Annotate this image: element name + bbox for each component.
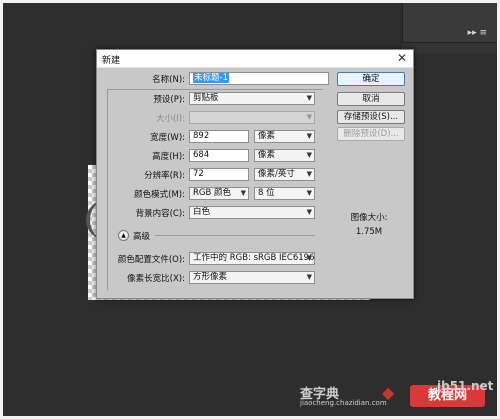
chevron-down-icon: ▼: [306, 113, 312, 121]
panel-strip: [402, 43, 497, 53]
resolution-unit-select[interactable]: 像素/英寸 ▼: [254, 168, 315, 181]
preset-value: 剪贴板: [193, 93, 219, 103]
height-label: 高度(H):: [152, 152, 185, 162]
cancel-button[interactable]: 取消: [337, 92, 405, 106]
chevron-down-icon: ▼: [306, 170, 312, 178]
color-profile-label: 颜色配置文件(O):: [117, 255, 185, 265]
dialog-titlebar: 新建 ✕: [97, 50, 413, 68]
name-label: 名称(N):: [152, 75, 185, 85]
width-input[interactable]: 892: [189, 130, 249, 143]
advanced-toggle-icon[interactable]: ▲: [118, 230, 129, 241]
chevron-down-icon: ▼: [306, 208, 312, 216]
resolution-unit: 像素/英寸: [258, 169, 295, 179]
chevron-down-icon: ▼: [306, 273, 312, 281]
color-profile-value: 工作中的 RGB: sRGB IEC6196...: [193, 253, 315, 263]
dialog-body: 名称(N): 未标题-1 预设(P): 剪贴板 ▼ 大小(I): ▼ 宽度(W)…: [97, 68, 413, 298]
chevron-down-icon: ▼: [306, 94, 312, 102]
image-size-label: 图像大小:: [350, 213, 388, 223]
advanced-divider: [155, 235, 315, 236]
watermark-site: jb51.net: [437, 379, 494, 393]
name-value: 未标题-1: [193, 73, 229, 83]
color-profile-select[interactable]: 工作中的 RGB: sRGB IEC6196... ▼: [189, 252, 315, 265]
watermark-logo-icon: ◆: [382, 383, 395, 402]
bit-depth-select[interactable]: 8 位 ▼: [254, 187, 315, 200]
height-unit-select[interactable]: 像素 ▼: [254, 149, 315, 162]
pixel-aspect-select[interactable]: 方形像素 ▼: [189, 271, 315, 284]
new-document-dialog: 新建 ✕ 名称(N): 未标题-1 预设(P): 剪贴板 ▼ 大小(I): ▼ …: [96, 49, 414, 299]
save-preset-button[interactable]: 存储预设(S)...: [337, 110, 405, 124]
pixel-aspect-label: 像素长宽比(X):: [127, 274, 185, 284]
watermark-domain: jiaocheng.chazidian.com: [300, 399, 387, 407]
panel-menu-icon[interactable]: ▸▸ ≡: [468, 29, 487, 38]
background-value: 白色: [193, 207, 211, 217]
ok-button[interactable]: 确定: [337, 72, 405, 86]
chevron-down-icon: ▼: [306, 132, 312, 140]
color-mode-value: RGB 颜色: [193, 188, 232, 198]
color-mode-select[interactable]: RGB 颜色 ▼: [189, 187, 249, 200]
advanced-label: 高级: [133, 232, 151, 242]
width-unit: 像素: [258, 131, 276, 141]
delete-preset-button[interactable]: 删除预设(D)...: [337, 127, 405, 141]
preset-label: 预设(P):: [153, 95, 185, 105]
size-select[interactable]: ▼: [189, 111, 315, 124]
resolution-input[interactable]: 72: [189, 168, 249, 181]
size-label: 大小(I):: [155, 114, 185, 124]
pixel-aspect-value: 方形像素: [193, 272, 228, 282]
dialog-title: 新建: [102, 56, 121, 66]
chevron-down-icon: ▼: [306, 189, 312, 197]
chevron-down-icon: ▼: [306, 254, 312, 262]
width-unit-select[interactable]: 像素 ▼: [254, 130, 315, 143]
image-size-value: 1.75M: [355, 227, 383, 237]
bit-depth-value: 8 位: [258, 188, 275, 198]
background-select[interactable]: 白色 ▼: [189, 206, 315, 219]
height-input[interactable]: 684: [189, 149, 249, 162]
chevron-down-icon: ▼: [240, 189, 246, 197]
resolution-label: 分辨率(R):: [144, 171, 185, 181]
close-icon[interactable]: ✕: [397, 51, 407, 65]
height-unit: 像素: [258, 150, 276, 160]
width-label: 宽度(W):: [150, 133, 185, 143]
chevron-down-icon: ▼: [306, 151, 312, 159]
background-label: 背景内容(C):: [135, 209, 185, 219]
name-input[interactable]: 未标题-1: [189, 72, 329, 85]
top-right-panel: ▸▸ ≡: [402, 3, 497, 43]
color-mode-label: 颜色模式(M):: [134, 190, 185, 200]
preset-select[interactable]: 剪贴板 ▼: [189, 92, 315, 105]
